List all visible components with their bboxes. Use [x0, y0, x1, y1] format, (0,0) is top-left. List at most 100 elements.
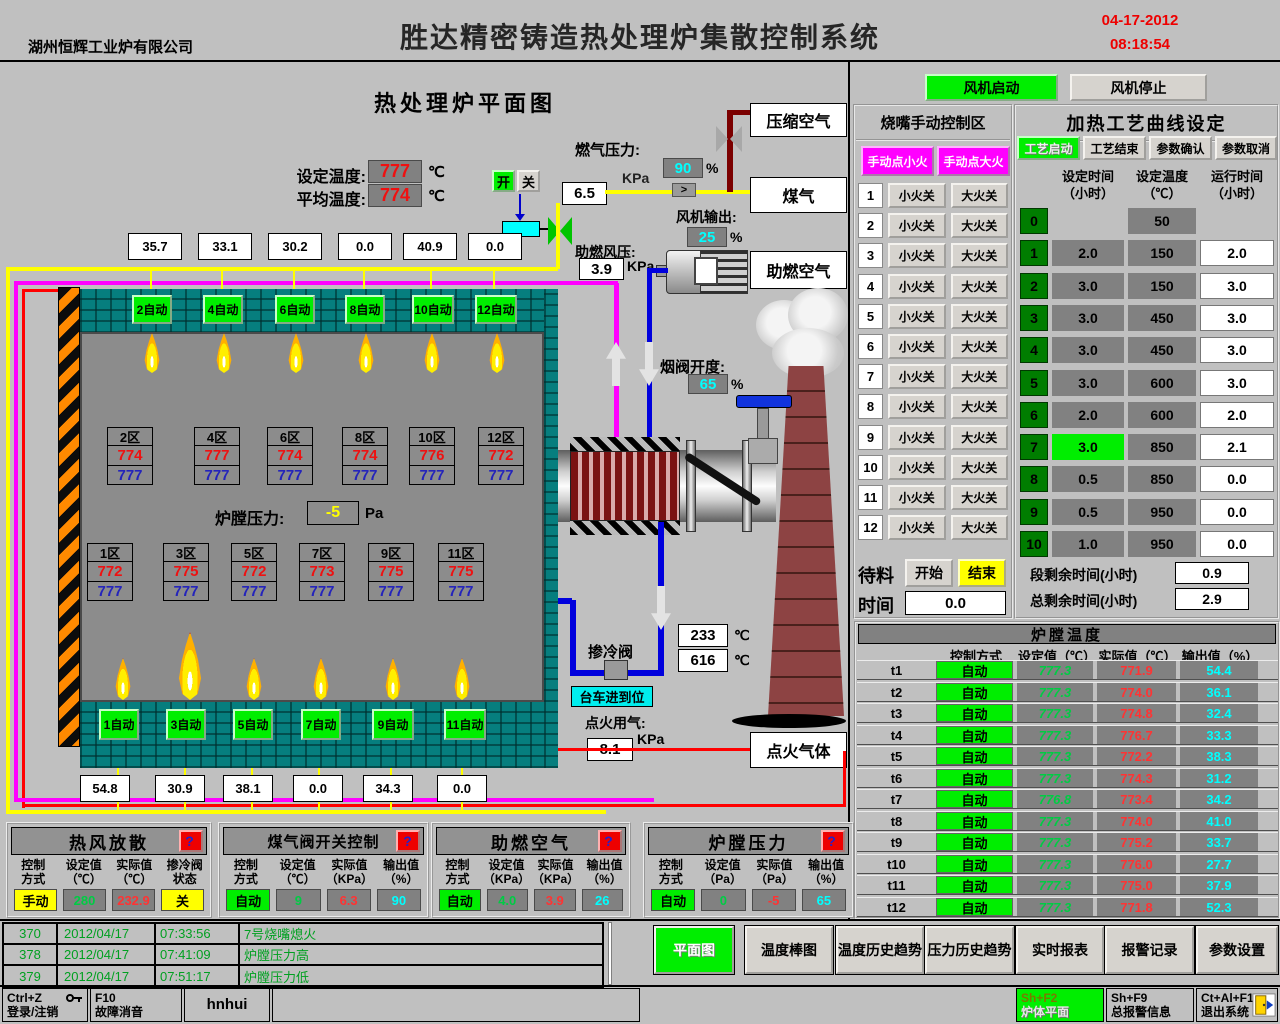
help-button[interactable]: ? [598, 830, 622, 852]
segment-set-temp[interactable]: 450 [1128, 305, 1196, 331]
segment-set-temp[interactable]: 600 [1128, 370, 1196, 396]
big-fire-toggle[interactable]: 大火关 [951, 515, 1009, 540]
nav-temp-bar-chart[interactable]: 温度棒图 [745, 926, 833, 974]
big-fire-toggle[interactable]: 大火关 [951, 364, 1009, 389]
small-fire-toggle[interactable]: 小火关 [888, 364, 946, 389]
big-fire-toggle[interactable]: 大火关 [951, 213, 1009, 238]
zone-mode-button-10[interactable]: 10自动 [412, 295, 454, 324]
segment-set-temp[interactable]: 150 [1128, 273, 1196, 299]
fan-start-button[interactable]: 风机启动 [925, 74, 1058, 101]
fault-mute-button[interactable]: F10 故障消音 [90, 988, 182, 1022]
segment-set-temp[interactable]: 450 [1128, 337, 1196, 363]
small-fire-toggle[interactable]: 小火关 [888, 213, 946, 238]
valve-close-button[interactable]: 关 [517, 170, 540, 192]
segment-set-time[interactable]: 2.0 [1052, 240, 1124, 266]
param-confirm-button[interactable]: 参数确认 [1149, 136, 1212, 160]
login-logout-button[interactable]: Ctrl+Z 登录/注销 [2, 988, 88, 1022]
small-fire-toggle[interactable]: 小火关 [888, 485, 946, 510]
mode-toggle[interactable]: 自动 [936, 833, 1013, 851]
wait-end-button[interactable]: 结束 [958, 559, 1006, 587]
big-fire-toggle[interactable]: 大火关 [951, 183, 1009, 208]
segment-set-time[interactable]: 0.5 [1052, 499, 1124, 525]
alarm-list-scrollbar[interactable] [608, 922, 612, 985]
zone-mode-button-7[interactable]: 7自动 [301, 709, 341, 740]
segment-set-time[interactable]: 3.0 [1052, 305, 1124, 331]
segment-set-temp[interactable]: 950 [1128, 499, 1196, 525]
segment-set-temp[interactable]: 150 [1128, 240, 1196, 266]
mode-value[interactable]: 手动 [14, 889, 57, 911]
zone-mode-button-2[interactable]: 2自动 [132, 295, 172, 324]
mode-toggle[interactable]: 自动 [936, 683, 1013, 701]
small-fire-toggle[interactable]: 小火关 [888, 455, 946, 480]
help-button[interactable]: ? [821, 830, 845, 852]
big-fire-toggle[interactable]: 大火关 [951, 243, 1009, 268]
alarm-row[interactable]: 370 2012/04/17 07:33:56 7号烧嘴熄火 [4, 924, 602, 945]
big-fire-toggle[interactable]: 大火关 [951, 425, 1009, 450]
mode-toggle[interactable]: 自动 [936, 747, 1013, 765]
segment-set-temp[interactable]: 950 [1128, 531, 1196, 557]
zone-mode-button-4[interactable]: 4自动 [203, 295, 243, 324]
nav-realtime-report[interactable]: 实时报表 [1016, 926, 1104, 974]
nav-alarm-record[interactable]: 报警记录 [1105, 926, 1194, 974]
alarm-row[interactable]: 379 2012/04/17 07:51:17 炉膛压力低 [4, 966, 602, 987]
big-fire-toggle[interactable]: 大火关 [951, 394, 1009, 419]
mode-toggle[interactable]: 自动 [936, 898, 1013, 916]
zone-mode-button-6[interactable]: 6自动 [275, 295, 315, 324]
zone-mode-button-3[interactable]: 3自动 [166, 709, 206, 740]
big-fire-toggle[interactable]: 大火关 [951, 274, 1009, 299]
mode-toggle[interactable]: 自动 [936, 769, 1013, 787]
wait-start-button[interactable]: 开始 [905, 559, 953, 587]
small-fire-toggle[interactable]: 小火关 [888, 304, 946, 329]
segment-set-time[interactable]: 3.0 [1052, 370, 1124, 396]
small-fire-toggle[interactable]: 小火关 [888, 183, 946, 208]
alarm-row[interactable]: 378 2012/04/17 07:41:09 炉膛压力高 [4, 945, 602, 966]
segment-set-temp[interactable]: 850 [1128, 466, 1196, 492]
mode-toggle[interactable]: 自动 [936, 726, 1013, 744]
small-fire-toggle[interactable]: 小火关 [888, 425, 946, 450]
mode-toggle[interactable]: 自动 [936, 812, 1013, 830]
big-fire-toggle[interactable]: 大火关 [951, 485, 1009, 510]
exit-system-button[interactable]: Ct+Al+F12 退出系统 [1196, 988, 1278, 1022]
small-fire-toggle[interactable]: 小火关 [888, 394, 946, 419]
mode-value[interactable]: 自动 [226, 889, 270, 911]
zone-mode-button-12[interactable]: 12自动 [475, 295, 517, 324]
big-fire-toggle[interactable]: 大火关 [951, 304, 1009, 329]
segment-set-time[interactable]: 0.5 [1052, 466, 1124, 492]
segment-set-temp[interactable]: 850 [1128, 434, 1196, 460]
mode-value[interactable]: 自动 [651, 889, 695, 911]
zone-mode-button-5[interactable]: 5自动 [233, 709, 273, 740]
small-fire-toggle[interactable]: 小火关 [888, 515, 946, 540]
segment-set-time[interactable]: 1.0 [1052, 531, 1124, 557]
nav-param-settings[interactable]: 参数设置 [1196, 926, 1278, 974]
segment-set-time[interactable]: 3.0 [1052, 337, 1124, 363]
nav-plan-view[interactable]: 平面图 [654, 926, 734, 974]
big-fire-toggle[interactable]: 大火关 [951, 334, 1009, 359]
mode-value[interactable]: 自动 [439, 889, 481, 911]
small-fire-toggle[interactable]: 小火关 [888, 243, 946, 268]
big-fire-toggle[interactable]: 大火关 [951, 455, 1009, 480]
small-fire-toggle[interactable]: 小火关 [888, 334, 946, 359]
segment-set-temp[interactable]: 50 [1128, 208, 1196, 234]
param-cancel-button[interactable]: 参数取消 [1215, 136, 1277, 160]
process-end-button[interactable]: 工艺结束 [1083, 136, 1146, 160]
mode-toggle[interactable]: 自动 [936, 704, 1013, 722]
manual-big-fire-button[interactable]: 手动点大火 [937, 146, 1010, 176]
valve-open-button[interactable]: 开 [492, 170, 515, 192]
small-fire-toggle[interactable]: 小火关 [888, 274, 946, 299]
mode-toggle[interactable]: 自动 [936, 661, 1013, 679]
mode-toggle[interactable]: 自动 [936, 790, 1013, 808]
fan-stop-button[interactable]: 风机停止 [1070, 74, 1207, 101]
nav-pressure-history[interactable]: 压力历史趋势 [925, 926, 1014, 974]
valve-state-value[interactable]: 关 [161, 889, 204, 911]
zone-mode-button-1[interactable]: 1自动 [99, 709, 139, 740]
mode-toggle[interactable]: 自动 [936, 855, 1013, 873]
nav-temp-history[interactable]: 温度历史趋势 [836, 926, 924, 974]
mode-toggle[interactable]: 自动 [936, 876, 1013, 894]
zone-mode-button-11[interactable]: 11自动 [444, 709, 486, 740]
segment-set-temp[interactable]: 600 [1128, 402, 1196, 428]
manual-small-fire-button[interactable]: 手动点小火 [861, 146, 934, 176]
alarm-screen-hotkey-button[interactable]: Sh+F9 总报警信息 [1106, 988, 1194, 1022]
segment-set-time[interactable]: 3.0 [1052, 273, 1124, 299]
zone-mode-button-8[interactable]: 8自动 [345, 295, 385, 324]
zone-mode-button-9[interactable]: 9自动 [372, 709, 414, 740]
